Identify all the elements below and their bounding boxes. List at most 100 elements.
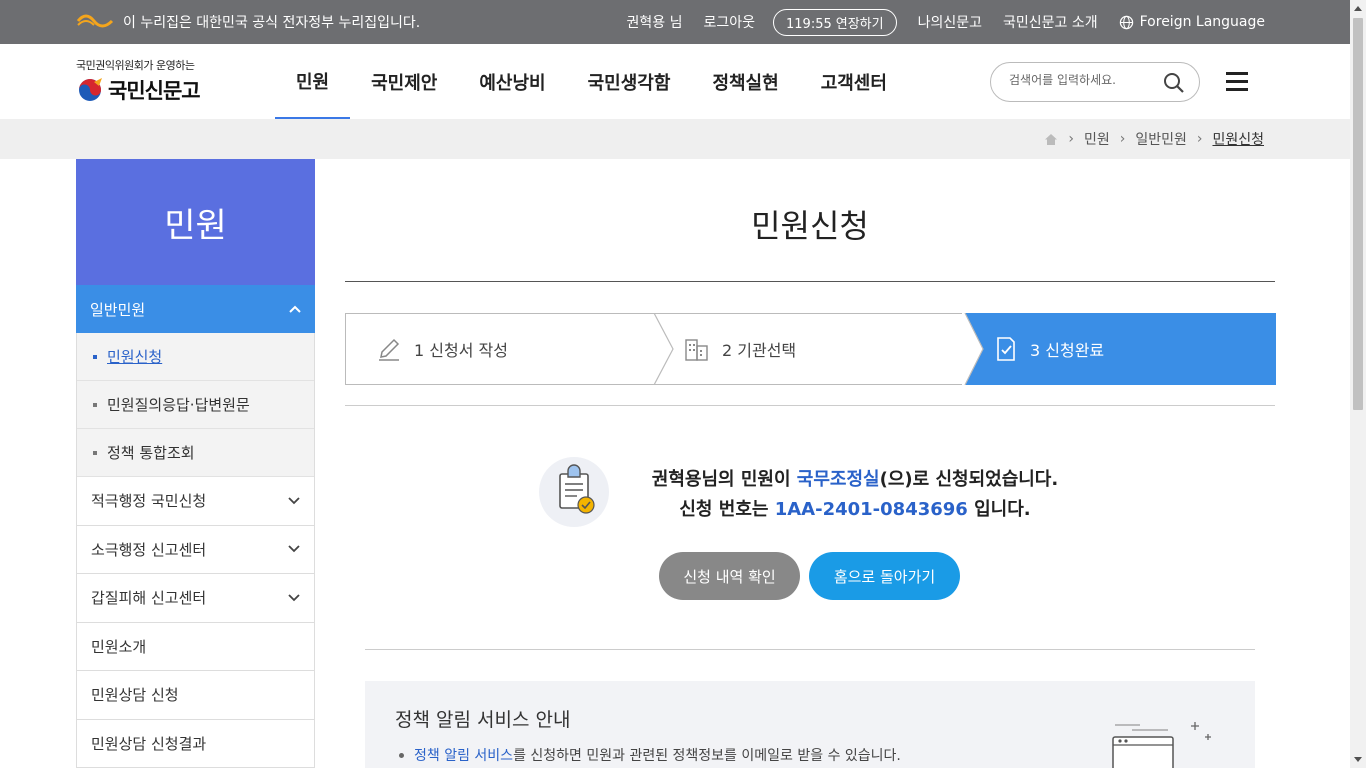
site-brand: 국민신문고 bbox=[108, 78, 201, 103]
chevron-down-icon bbox=[288, 594, 300, 602]
notice-title: 정책 알림 서비스 안내 bbox=[395, 709, 571, 731]
progress-steps: 1 신청서 작성 2 기관선택 3 신청완료 bbox=[345, 313, 1276, 385]
divider bbox=[345, 405, 1275, 406]
nav-minwon[interactable]: 민원 bbox=[275, 44, 351, 119]
msg-line2-suffix: 입니다. bbox=[967, 499, 1031, 520]
sidebar-submenu: 민원신청 민원질의응답·답변원문 정책 통합조회 bbox=[76, 333, 315, 477]
scroll-down-icon[interactable] bbox=[1354, 757, 1362, 762]
site-org: 국민권익위원회가 운영하는 bbox=[76, 59, 195, 72]
sidebar-item-label: 갑질피해 신고센터 bbox=[91, 589, 207, 608]
sidebar-section-general[interactable]: 일반민원 bbox=[76, 285, 315, 333]
chevron-down-icon bbox=[288, 497, 300, 505]
breadcrumb-bar: › 민원 › 일반민원 › 민원신청 bbox=[0, 119, 1350, 159]
globe-icon bbox=[1119, 15, 1133, 29]
foreign-language-link[interactable]: Foreign Language bbox=[1119, 14, 1265, 30]
scroll-up-icon[interactable] bbox=[1354, 6, 1362, 11]
step-label: 1 신청서 작성 bbox=[414, 341, 508, 360]
page-title: 민원신청 bbox=[345, 201, 1275, 282]
sidebar-item-label: 민원상담 신청결과 bbox=[91, 734, 207, 753]
check-history-button[interactable]: 신청 내역 확인 bbox=[659, 552, 800, 600]
menu-icon[interactable] bbox=[1226, 72, 1248, 91]
sidebar-subitem-label: 정책 통합조회 bbox=[107, 444, 195, 462]
chevron-down-icon bbox=[288, 545, 300, 553]
extend-label: 연장하기 bbox=[835, 16, 884, 32]
user-name: 권혁용 님 bbox=[626, 15, 683, 31]
sidebar-subitem-apply[interactable]: 민원신청 bbox=[77, 333, 314, 381]
nav-policy[interactable]: 정책실현 bbox=[691, 44, 799, 119]
step-agency: 2 기관선택 bbox=[656, 314, 966, 384]
msg-line1-prefix: 권혁용님의 민원이 bbox=[651, 469, 797, 490]
step-label: 3 신청완료 bbox=[1030, 341, 1105, 360]
completion-text: 권혁용님의 민원이 국무조정실(으)로 신청되었습니다. 신청 번호는 1AA-… bbox=[625, 465, 1085, 525]
chevron-right-icon: › bbox=[1119, 131, 1126, 147]
breadcrumb-item[interactable]: 민원 bbox=[1084, 129, 1110, 149]
home-icon[interactable] bbox=[1044, 133, 1058, 146]
document-check-icon bbox=[997, 337, 1015, 361]
sidebar-subitem-label: 민원신청 bbox=[107, 348, 163, 366]
gov-notice-text: 이 누리집은 대한민국 공식 전자정부 누리집입니다. bbox=[123, 15, 421, 31]
browser-window-icon bbox=[1112, 722, 1211, 768]
taegeuk-logo-icon bbox=[79, 78, 102, 101]
sidebar-subitem-policy-search[interactable]: 정책 통합조회 bbox=[77, 429, 314, 477]
policy-notice-box: 정책 알림 서비스 안내 정책 알림 서비스 를 신청하면 민원과 관련된 정책… bbox=[365, 681, 1255, 768]
sidebar-title: 민원 bbox=[76, 159, 315, 285]
sidebar-item-label: 민원소개 bbox=[91, 637, 147, 656]
sidebar-subitem-label: 민원질의응답·답변원문 bbox=[107, 396, 250, 414]
sidebar-section-label: 일반민원 bbox=[90, 300, 146, 319]
action-buttons: 신청 내역 확인 홈으로 돌아가기 bbox=[659, 552, 960, 600]
foreign-language-label: Foreign Language bbox=[1139, 14, 1265, 30]
building-icon bbox=[685, 339, 708, 361]
chevron-up-icon bbox=[289, 305, 301, 313]
my-page-link[interactable]: 나의신문고 bbox=[918, 12, 982, 32]
sidebar-item-consult-apply[interactable]: 민원상담 신청 bbox=[76, 671, 315, 720]
session-extend-button[interactable]: 119:55 연장하기 bbox=[773, 8, 897, 36]
session-timer: 119:55 bbox=[786, 16, 832, 32]
sidebar-item-passive-admin[interactable]: 소극행정 신고센터 bbox=[76, 525, 315, 574]
search-icon[interactable] bbox=[1163, 72, 1185, 94]
scrollbar-thumb[interactable] bbox=[1353, 18, 1363, 410]
main-content: 민원신청 1 신청서 작성 2 기관선택 3 신청완료 권혁용님의 민원이 국무… bbox=[345, 159, 1276, 768]
step-complete: 3 신청완료 bbox=[964, 313, 1276, 385]
site-header: 국민권익위원회가 운영하는 국민신문고 민원 국민제안 예산낭비 국민생각함 정… bbox=[0, 44, 1350, 119]
msg-line2-prefix: 신청 번호는 bbox=[679, 499, 775, 520]
notice-desc-text: 를 신청하면 민원과 관련된 정책정보를 이메일로 받을 수 있습니다. bbox=[513, 748, 901, 764]
nav-customer-center[interactable]: 고객센터 bbox=[800, 44, 908, 119]
agency-name: 국무조정실 bbox=[796, 469, 880, 490]
gov-emblem-icon bbox=[76, 14, 114, 28]
pencil-icon bbox=[379, 338, 400, 361]
go-home-button[interactable]: 홈으로 돌아가기 bbox=[809, 552, 960, 600]
chevron-right-icon: › bbox=[1196, 131, 1203, 147]
sidebar-item-label: 적극행정 국민신청 bbox=[91, 492, 207, 511]
step-chevron bbox=[962, 313, 984, 385]
nav-proposal[interactable]: 국민제안 bbox=[350, 44, 458, 119]
sidebar-item-active-admin[interactable]: 적극행정 국민신청 bbox=[76, 477, 315, 526]
about-link[interactable]: 국민신문고 소개 bbox=[1003, 12, 1098, 32]
breadcrumb-item[interactable]: 일반민원 bbox=[1135, 129, 1187, 149]
policy-alert-link[interactable]: 정책 알림 서비스 bbox=[414, 745, 513, 765]
breadcrumb: › 민원 › 일반민원 › 민원신청 bbox=[1044, 119, 1264, 159]
search-box bbox=[990, 62, 1200, 102]
sidebar-item-label: 민원상담 신청 bbox=[91, 686, 179, 705]
step-write: 1 신청서 작성 bbox=[346, 314, 656, 384]
gov-banner: 이 누리집은 대한민국 공식 전자정부 누리집입니다. 권혁용 님 로그아웃 1… bbox=[0, 0, 1350, 44]
chevron-right-icon: › bbox=[1068, 131, 1074, 147]
nav-citizen-thoughts[interactable]: 국민생각함 bbox=[567, 44, 692, 119]
breadcrumb-current[interactable]: 민원신청 bbox=[1212, 129, 1264, 149]
application-number: 1AA-2401-0843696 bbox=[774, 499, 968, 520]
step-label: 2 기관선택 bbox=[722, 341, 797, 360]
sidebar-item-intro[interactable]: 민원소개 bbox=[76, 622, 315, 671]
divider bbox=[365, 649, 1255, 650]
sidebar-item-label: 소극행정 신고센터 bbox=[91, 540, 207, 559]
search-input[interactable] bbox=[1009, 73, 1149, 87]
sidebar: 민원 일반민원 민원신청 민원질의응답·답변원문 정책 통합조회 적극행정 국민… bbox=[76, 159, 315, 768]
sidebar-subitem-qna[interactable]: 민원질의응답·답변원문 bbox=[77, 381, 314, 429]
site-logo[interactable]: 국민권익위원회가 운영하는 국민신문고 bbox=[76, 57, 201, 105]
clipboard-check-icon bbox=[539, 457, 609, 527]
msg-line1-suffix: (으)로 신청되었습니다. bbox=[879, 469, 1059, 490]
logout-link[interactable]: 로그아웃 bbox=[703, 12, 755, 32]
nav-budget-waste[interactable]: 예산낭비 bbox=[458, 44, 566, 119]
page-scrollbar[interactable] bbox=[1350, 0, 1366, 768]
sidebar-item-consult-result[interactable]: 민원상담 신청결과 bbox=[76, 719, 315, 768]
sidebar-item-gapjil[interactable]: 갑질피해 신고센터 bbox=[76, 574, 315, 623]
notice-desc: 정책 알림 서비스 를 신청하면 민원과 관련된 정책정보를 이메일로 받을 수… bbox=[399, 745, 901, 765]
